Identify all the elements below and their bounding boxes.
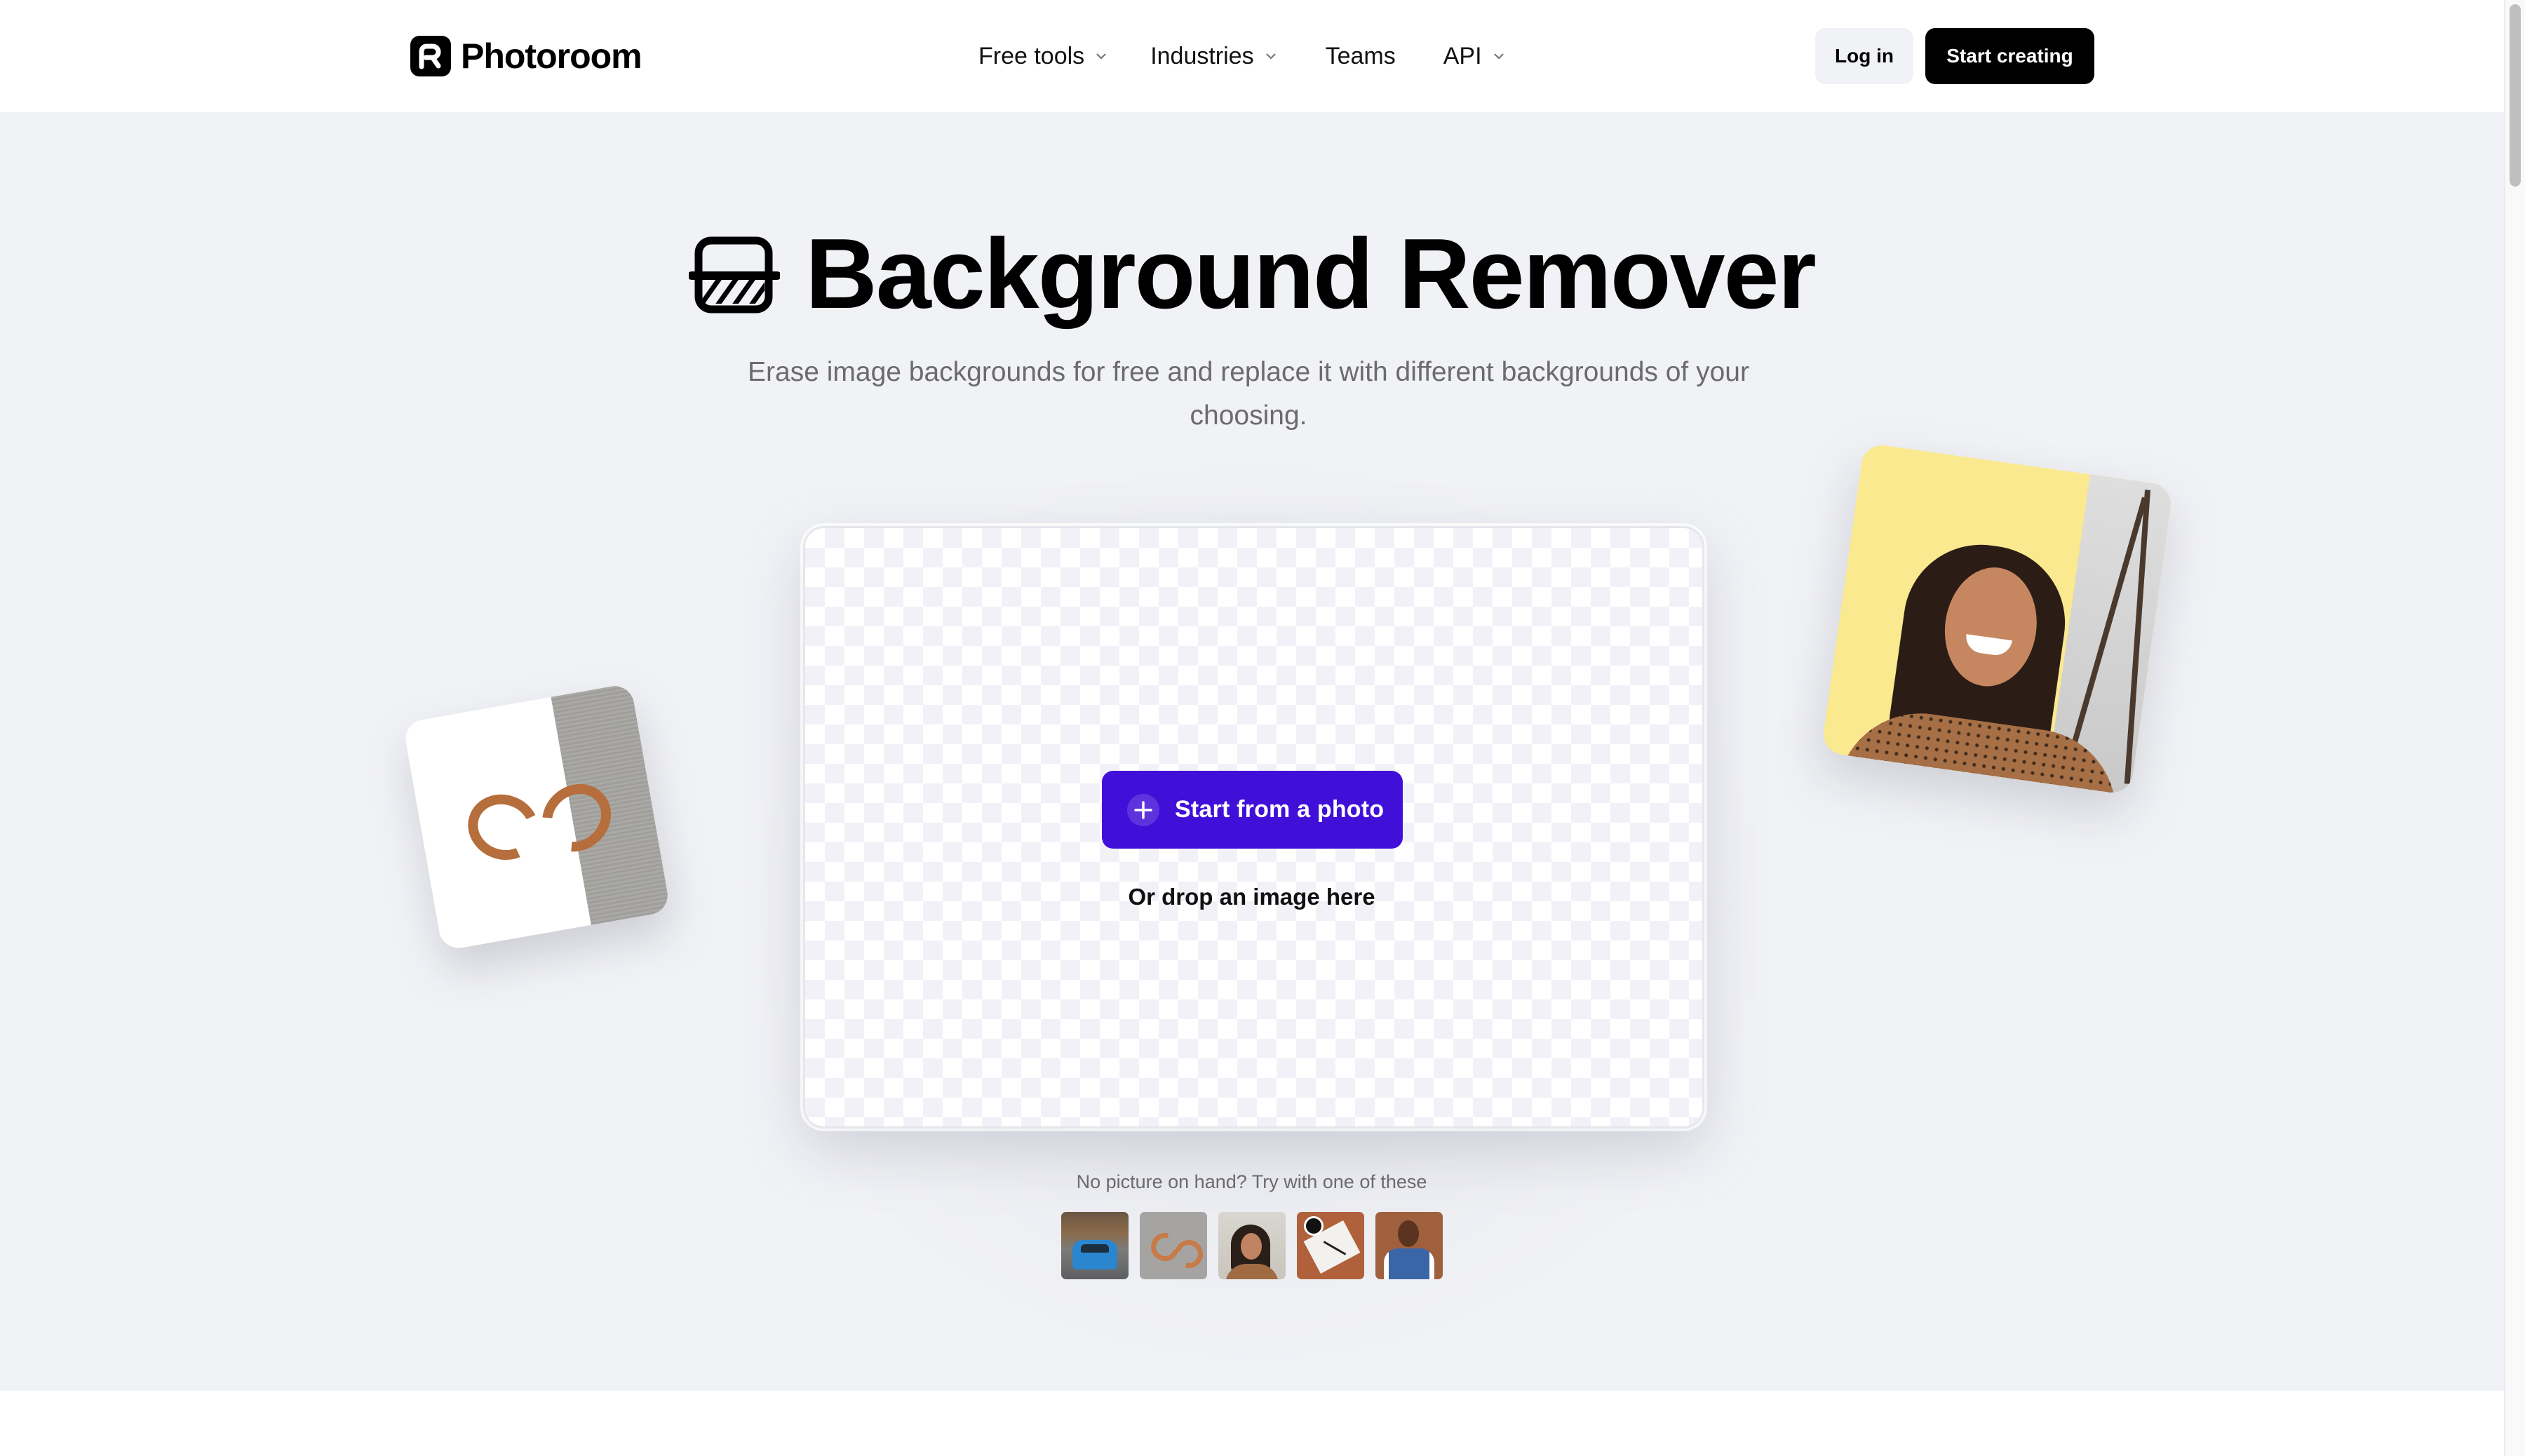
earrings-example-card: [402, 682, 671, 952]
chevron-down-icon: [1493, 53, 1504, 60]
start-from-photo-label: Start from a photo: [1175, 796, 1385, 823]
palm-tree: [2124, 490, 2151, 784]
site-header: Photoroom Free tools Industries Teams AP…: [0, 0, 2504, 112]
nav-industries-label: Industries: [1150, 42, 1254, 69]
sample-images-label: No picture on hand? Try with one of thes…: [1076, 1171, 1427, 1192]
main-nav: Free tools Industries Teams API: [978, 36, 1506, 76]
nav-free-tools-label: Free tools: [978, 42, 1085, 69]
next-section: [0, 1391, 2504, 1456]
photoroom-logo-icon: [410, 36, 451, 76]
scrollbar-thumb[interactable]: [2510, 4, 2521, 187]
sample-image-car[interactable]: [1061, 1212, 1129, 1279]
plus-icon: [1127, 793, 1159, 826]
nav-api-label: API: [1443, 42, 1482, 69]
sample-image-person[interactable]: [1375, 1212, 1443, 1279]
nav-teams-label: Teams: [1325, 42, 1396, 69]
start-creating-button[interactable]: Start creating: [1925, 28, 2094, 84]
start-from-photo-button[interactable]: Start from a photo: [1102, 771, 1403, 849]
page-scrollbar[interactable]: [2504, 0, 2525, 1456]
nav-api[interactable]: API: [1443, 43, 1506, 70]
page-subtitle: Erase image backgrounds for free and rep…: [748, 357, 1749, 431]
background-remover-icon: [689, 236, 781, 313]
page-title: Background Remover: [805, 218, 1817, 330]
portrait-example-card: [1821, 443, 2174, 795]
nav-teams[interactable]: Teams: [1326, 43, 1396, 70]
sample-image-woman[interactable]: [1218, 1212, 1286, 1279]
earring-left: [459, 784, 548, 870]
login-button[interactable]: Log in: [1815, 28, 1913, 84]
nav-free-tools[interactable]: Free tools: [978, 43, 1108, 70]
hero-section: Background Remover Erase image backgroun…: [0, 112, 2504, 1391]
sample-images: [1061, 1212, 1443, 1279]
brand-name: Photoroom: [461, 36, 642, 76]
title-row: Background Remover: [0, 224, 2504, 324]
brand-logo-link[interactable]: Photoroom: [410, 35, 642, 77]
page: Photoroom Free tools Industries Teams AP…: [0, 0, 2504, 1456]
sample-image-earrings[interactable]: [1140, 1212, 1207, 1279]
chevron-down-icon: [1265, 53, 1276, 60]
drop-hint: Or drop an image here: [1128, 884, 1375, 910]
nav-industries[interactable]: Industries: [1150, 43, 1277, 70]
sample-image-notebook[interactable]: [1297, 1212, 1364, 1279]
chevron-down-icon: [1096, 53, 1106, 60]
